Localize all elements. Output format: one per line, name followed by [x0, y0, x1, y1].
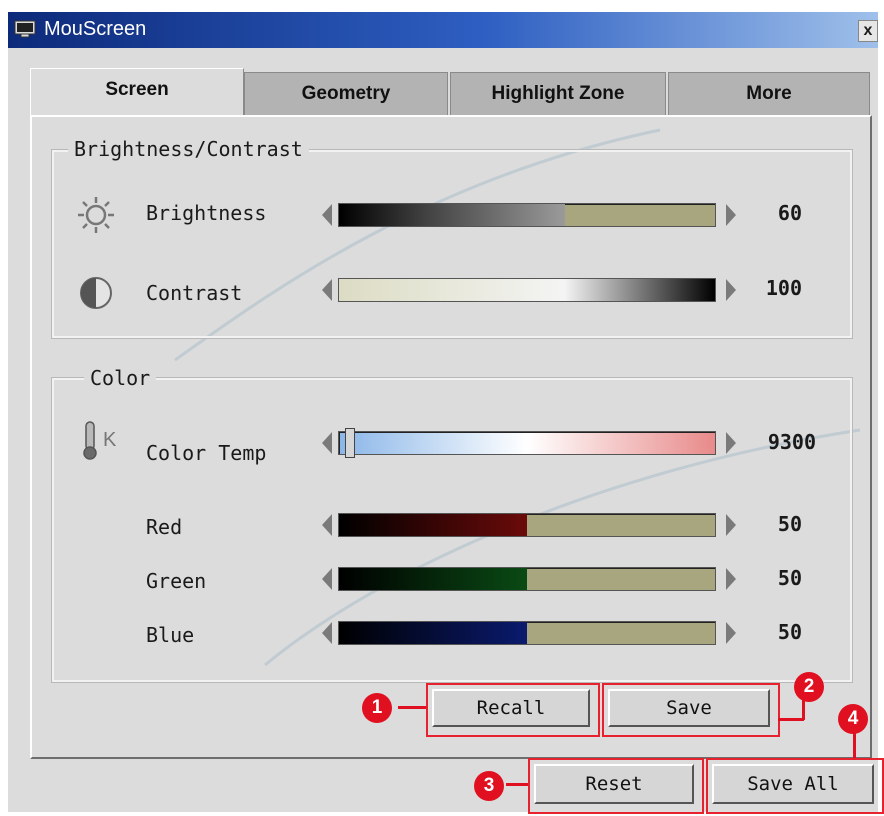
callout-1-connector: [398, 706, 426, 709]
blue-label: Blue: [146, 623, 195, 647]
brightness-decrease-arrow[interactable]: [322, 204, 332, 226]
brightness-slider[interactable]: [338, 203, 716, 227]
contrast-increase-arrow[interactable]: [726, 279, 736, 301]
title-bar[interactable]: MouScreen x: [8, 12, 878, 48]
save-button[interactable]: Save: [608, 689, 770, 727]
green-slider-fill: [339, 568, 527, 590]
callout-badge-1: 1: [362, 693, 392, 723]
color-temp-slider-thumb[interactable]: [345, 428, 355, 458]
blue-decrease-arrow[interactable]: [322, 622, 332, 644]
brightness-label: Brightness: [146, 201, 267, 225]
callout-badge-2: 2: [794, 672, 824, 702]
contrast-icon: [80, 277, 112, 309]
color-temp-value: 9300: [767, 430, 816, 454]
green-label: Green: [146, 569, 207, 593]
color-temp-label: Color Temp: [146, 441, 267, 465]
callout-4-connector: [853, 732, 856, 758]
brightness-increase-arrow[interactable]: [726, 204, 736, 226]
green-value: 50: [777, 566, 802, 590]
tab-more[interactable]: More: [668, 72, 870, 115]
reset-button[interactable]: Reset: [534, 764, 694, 804]
window-title: MouScreen: [44, 18, 147, 40]
contrast-label: Contrast: [146, 281, 243, 305]
callout-badge-3: 3: [474, 771, 504, 801]
red-label: Red: [146, 515, 183, 539]
kelvin-icon-label: K: [103, 429, 117, 451]
red-value: 50: [777, 512, 802, 536]
tab-screen[interactable]: Screen: [30, 68, 244, 117]
brightness-value: 60: [777, 201, 802, 225]
contrast-slider-fill: [339, 279, 715, 301]
contrast-value: 100: [765, 276, 802, 300]
brightness-slider-fill: [339, 204, 565, 226]
thermometer-icon: [83, 421, 97, 460]
red-slider[interactable]: [338, 513, 716, 537]
tab-highlight-zone[interactable]: Highlight Zone: [450, 72, 666, 115]
green-increase-arrow[interactable]: [726, 568, 736, 590]
brightness-contrast-group: [51, 149, 853, 339]
tab-geometry[interactable]: Geometry: [244, 72, 448, 115]
sun-icon: [78, 197, 114, 233]
color-temp-decrease-arrow[interactable]: [322, 432, 332, 454]
green-decrease-arrow[interactable]: [322, 568, 332, 590]
recall-button[interactable]: Recall: [432, 689, 590, 727]
brightness-contrast-title: Brightness/Contrast: [68, 137, 309, 161]
red-increase-arrow[interactable]: [726, 514, 736, 536]
red-decrease-arrow[interactable]: [322, 514, 332, 536]
red-slider-fill: [339, 514, 527, 536]
close-button[interactable]: x: [858, 20, 878, 42]
contrast-slider[interactable]: [338, 278, 716, 302]
blue-increase-arrow[interactable]: [726, 622, 736, 644]
callout-3-connector: [506, 783, 528, 786]
callout-2-connector-v: [802, 700, 805, 720]
callout-badge-4: 4: [838, 704, 868, 734]
color-group-title: Color: [84, 366, 157, 390]
green-slider[interactable]: [338, 567, 716, 591]
blue-value: 50: [777, 620, 802, 644]
color-temp-slider[interactable]: [338, 428, 716, 458]
blue-slider-fill: [339, 622, 527, 644]
monitor-icon: [14, 20, 36, 38]
callout-2-connector-h: [778, 718, 804, 721]
save-all-button[interactable]: Save All: [712, 764, 874, 804]
color-temp-increase-arrow[interactable]: [726, 432, 736, 454]
contrast-decrease-arrow[interactable]: [322, 279, 332, 301]
blue-slider[interactable]: [338, 621, 716, 645]
